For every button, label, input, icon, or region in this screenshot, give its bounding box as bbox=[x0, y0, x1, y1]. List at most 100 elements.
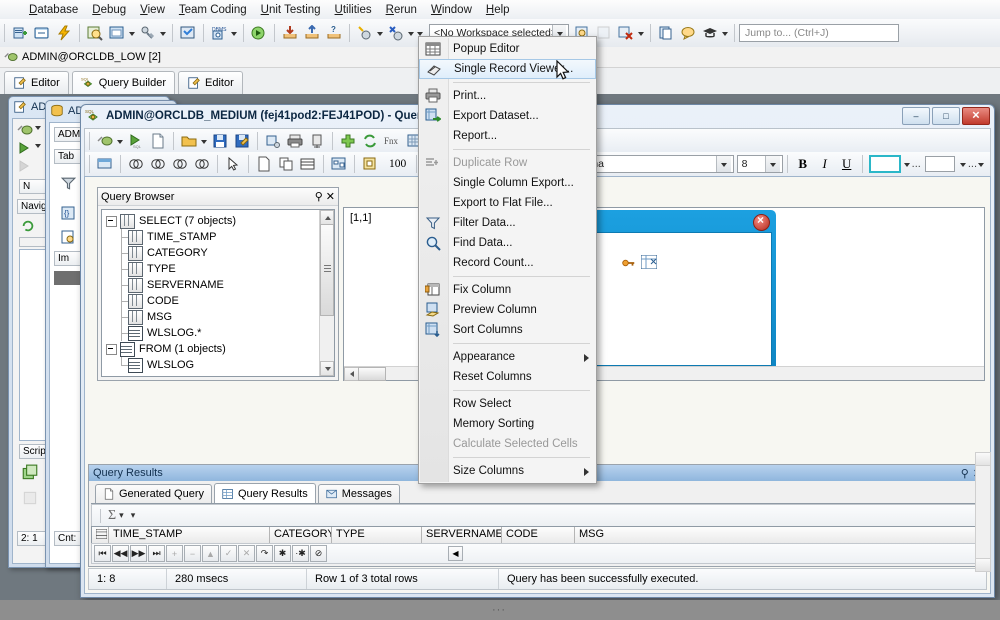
join-inner-icon[interactable] bbox=[126, 154, 146, 174]
context-menu-item-row-select[interactable]: Row Select bbox=[419, 394, 596, 414]
context-menu-item-report[interactable]: Report... bbox=[419, 126, 596, 146]
mid-code-icon[interactable]: {} bbox=[60, 205, 76, 224]
toolbar2-overflow-icon[interactable] bbox=[977, 154, 986, 174]
profiler-icon[interactable]: DBMS bbox=[209, 23, 229, 43]
grid-nav-button-12[interactable]: ⊘ bbox=[310, 545, 327, 562]
connection-chevron-icon[interactable] bbox=[116, 131, 125, 151]
column-header[interactable]: CODE bbox=[502, 527, 575, 543]
context-menu-item-single-column-export[interactable]: Single Column Export... bbox=[419, 173, 596, 193]
grid-nav-button-8[interactable]: ✕ bbox=[238, 545, 255, 562]
document-tab-1[interactable]: SQL Query Builder bbox=[71, 71, 176, 94]
results-vertical-scrollbar[interactable] bbox=[975, 452, 991, 572]
tree-node[interactable]: MSG bbox=[106, 309, 318, 325]
context-menu-item-find-data[interactable]: Find Data... bbox=[419, 233, 596, 253]
tuning-icon[interactable] bbox=[355, 23, 375, 43]
join-full-icon[interactable] bbox=[192, 154, 212, 174]
close-button[interactable]: ✕ bbox=[962, 107, 990, 125]
join-left-icon[interactable] bbox=[148, 154, 168, 174]
document-tab-2[interactable]: Editor bbox=[178, 71, 243, 94]
new-session-icon[interactable] bbox=[10, 23, 30, 43]
text-color-chevron-icon[interactable] bbox=[959, 154, 968, 174]
grid-context-menu[interactable]: Popup Editor Single Record Viewer... Print… bbox=[418, 36, 597, 484]
menu-item-debug[interactable]: Debug bbox=[85, 2, 133, 18]
column-header[interactable]: SERVERNAME bbox=[422, 527, 502, 543]
grid-nav-button-5[interactable]: − bbox=[184, 545, 201, 562]
auto-layout-icon[interactable] bbox=[329, 154, 349, 174]
grid-nav-button-3[interactable]: ⏭ bbox=[148, 545, 165, 562]
profiler-chevron-icon[interactable] bbox=[230, 23, 239, 43]
tree-node[interactable]: SERVERNAME bbox=[106, 277, 318, 293]
maximize-button[interactable]: □ bbox=[932, 107, 960, 125]
bg-toolbar-icon-1[interactable] bbox=[17, 122, 33, 141]
window-list-icon[interactable] bbox=[107, 23, 127, 43]
new-doc-icon[interactable] bbox=[254, 154, 274, 174]
execute-icon[interactable] bbox=[54, 23, 74, 43]
tree-node[interactable]: SELECT (7 objects) bbox=[106, 213, 318, 229]
h-scroll-thumb[interactable] bbox=[358, 367, 386, 381]
grid-nav-button-9[interactable]: ↷ bbox=[256, 545, 273, 562]
bg-script-icon[interactable] bbox=[21, 464, 39, 485]
session-window-icon[interactable] bbox=[32, 23, 52, 43]
close-icon[interactable]: ✕ bbox=[326, 190, 335, 203]
context-menu-item-export-dataset[interactable]: Export Dataset... bbox=[419, 106, 596, 126]
menu-item-view[interactable]: View bbox=[133, 2, 172, 18]
results-grid[interactable]: TIME_STAMP CATEGORY TYPE SERVERNAME CODE MSG … bbox=[91, 526, 984, 544]
tree-expander-icon[interactable] bbox=[106, 343, 117, 355]
menu-item-team-coding[interactable]: Team Coding bbox=[172, 2, 254, 18]
context-menu-item-memory-sorting[interactable]: Memory Sorting bbox=[419, 414, 596, 434]
team-coding-chevron-icon[interactable] bbox=[159, 23, 168, 43]
export-icon[interactable] bbox=[302, 23, 322, 43]
bg-run-chevron-icon[interactable] bbox=[35, 144, 41, 148]
bold-button[interactable]: B bbox=[793, 154, 813, 174]
tutorial-icon[interactable] bbox=[700, 23, 720, 43]
workspace-delete-chevron-icon[interactable] bbox=[637, 23, 646, 43]
context-menu-item-preview-column[interactable]: Preview Column bbox=[419, 300, 596, 320]
fit-icon[interactable] bbox=[360, 154, 380, 174]
grid-nav-button-10[interactable]: ✱ bbox=[274, 545, 291, 562]
context-menu-item-fix-column[interactable]: Fix Column bbox=[419, 280, 596, 300]
refresh-icon[interactable] bbox=[360, 131, 380, 151]
grid-nav-button-6[interactable]: ▲ bbox=[202, 545, 219, 562]
results-tab-query-results[interactable]: Query Results bbox=[214, 483, 316, 503]
grid-nav-button-7[interactable]: ✓ bbox=[220, 545, 237, 562]
bg-run-icon[interactable] bbox=[17, 140, 33, 159]
context-menu-item-size-columns[interactable]: Size Columns bbox=[419, 461, 596, 481]
results-scroll-up-icon[interactable] bbox=[976, 453, 990, 466]
aggregate-sigma-button[interactable]: Σ bbox=[108, 508, 116, 524]
fill-more-button[interactable]: ... bbox=[912, 158, 921, 170]
tree-node[interactable]: WLSLOG bbox=[106, 357, 318, 373]
bg-refresh-icon[interactable] bbox=[21, 219, 35, 236]
tuning-chevron-icon[interactable] bbox=[376, 23, 385, 43]
execute-query-icon[interactable]: SQL bbox=[126, 131, 146, 151]
open-icon[interactable] bbox=[179, 131, 199, 151]
clipboard-icon[interactable] bbox=[656, 23, 676, 43]
document-tab-0[interactable]: Editor bbox=[4, 71, 69, 94]
grid-nav-button-11[interactable]: ·✱ bbox=[292, 545, 309, 562]
underline-button[interactable]: U bbox=[837, 154, 857, 174]
column-header[interactable]: CATEGORY bbox=[270, 527, 332, 543]
results-tab-messages[interactable]: Messages bbox=[317, 484, 400, 503]
printer-icon[interactable] bbox=[285, 131, 305, 151]
column-header[interactable]: MSG bbox=[575, 527, 983, 543]
context-menu-item-filter-data[interactable]: Filter Data... bbox=[419, 213, 596, 233]
scroll-thumb[interactable] bbox=[320, 224, 334, 316]
italic-button[interactable]: I bbox=[815, 154, 835, 174]
tree-node[interactable]: FROM (1 objects) bbox=[106, 341, 318, 357]
font-name-chevron-icon[interactable] bbox=[715, 156, 731, 172]
grid-nav-button-1[interactable]: ◀◀ bbox=[112, 545, 129, 562]
close-session-chevron-icon[interactable] bbox=[407, 23, 416, 43]
font-size-selector[interactable]: 8 bbox=[736, 155, 783, 173]
mid-filter-icon[interactable] bbox=[60, 175, 77, 195]
column-header[interactable]: TYPE bbox=[332, 527, 422, 543]
context-menu-item-export-to-flat-file[interactable]: Export to Flat File... bbox=[419, 193, 596, 213]
pin-icon[interactable]: ⚲ bbox=[961, 467, 969, 480]
save-icon[interactable] bbox=[210, 131, 230, 151]
results-tab-generated-query[interactable]: Generated Query bbox=[95, 484, 212, 503]
open-chevron-icon[interactable] bbox=[200, 131, 209, 151]
tutorial-chevron-icon[interactable] bbox=[721, 23, 730, 43]
describe-icon[interactable] bbox=[263, 131, 283, 151]
font-size-chevron-icon[interactable] bbox=[764, 156, 780, 172]
query-browser-scrollbar[interactable] bbox=[319, 210, 334, 376]
fill-color-chevron-icon[interactable] bbox=[903, 154, 912, 174]
pin-icon[interactable]: ⚲ bbox=[315, 190, 323, 203]
